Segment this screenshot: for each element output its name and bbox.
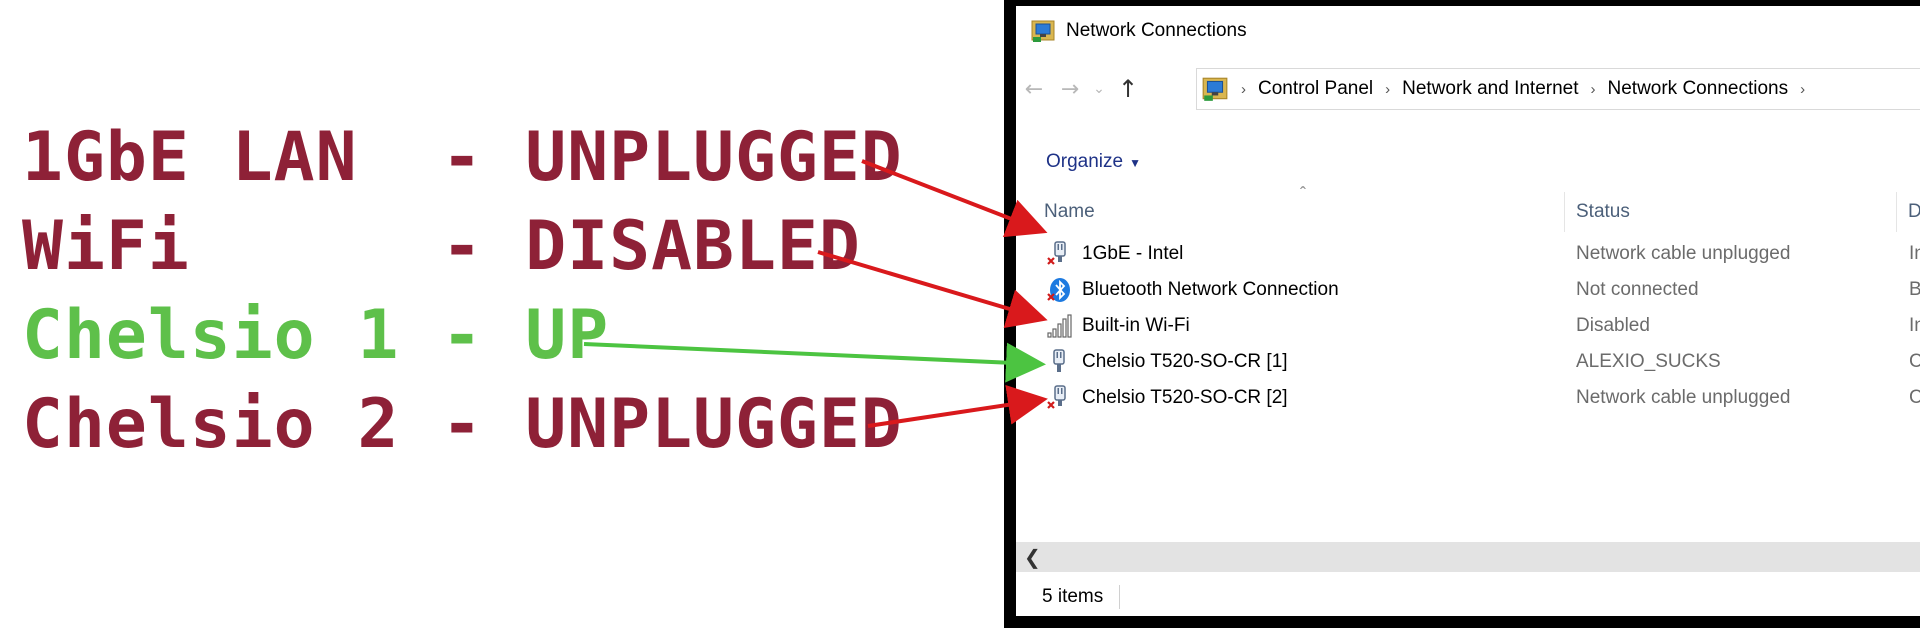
caret-down-icon: ▼: [1129, 156, 1141, 170]
ethernet-disconnected-icon: [1047, 385, 1066, 409]
chevron-right-icon[interactable]: ›: [1385, 81, 1390, 98]
connection-status: Network cable unplugged: [1576, 243, 1791, 264]
status-bar: 5 items: [1016, 578, 1920, 616]
annotation-1gbe-lan: 1GbE LAN - UNPLUGGED: [22, 118, 903, 197]
status-divider: [1119, 585, 1121, 609]
chevron-down-icon: ⌄: [1093, 81, 1105, 97]
command-bar: Organize ▼: [1016, 142, 1920, 182]
ethernet-connected-icon: [1053, 349, 1065, 372]
connection-name: Built-in Wi-Fi: [1082, 315, 1190, 336]
connection-device: C: [1909, 387, 1920, 408]
list-item[interactable]: Built-in Wi-Fi Disabled In: [1016, 308, 1920, 344]
wifi-bars-icon: [1047, 314, 1072, 338]
organize-button[interactable]: Organize ▼: [1046, 151, 1141, 173]
back-arrow-icon: ←: [1024, 76, 1044, 102]
chevron-right-icon[interactable]: ›: [1241, 81, 1246, 98]
column-header-device[interactable]: D: [1908, 192, 1920, 232]
list-item[interactable]: Bluetooth Network Connection Not connect…: [1016, 272, 1920, 308]
item-count: 5 items: [1042, 586, 1104, 607]
connection-status: Not connected: [1576, 279, 1699, 300]
bluetooth-icon: [1047, 278, 1070, 302]
up-arrow-icon: ↑: [1117, 75, 1139, 103]
connection-device: B: [1909, 279, 1920, 300]
connection-device: C: [1909, 351, 1920, 372]
chevron-right-icon[interactable]: ›: [1800, 81, 1805, 98]
scroll-left-icon[interactable]: ❮: [1024, 545, 1041, 569]
arrow-chelsio-1: [583, 342, 1046, 383]
connection-status: ALEXIO_SUCKS: [1576, 351, 1721, 372]
network-folder-icon: [1202, 77, 1228, 101]
address-bar[interactable]: › Control Panel › Network and Internet ›…: [1196, 68, 1920, 110]
column-header-status[interactable]: Status: [1576, 192, 1630, 232]
column-divider[interactable]: [1564, 192, 1565, 232]
window-content: Network Connections ← → ⌄ ↑ › Control Pa…: [1016, 6, 1920, 616]
connection-status: Network cable unplugged: [1576, 387, 1791, 408]
column-header-row: ˆ Name Status D: [1016, 184, 1920, 232]
annotation-chelsio-2: Chelsio 2 - UNPLUGGED: [22, 385, 903, 464]
connection-name: Bluetooth Network Connection: [1082, 279, 1339, 300]
breadcrumb-control-panel[interactable]: Control Panel: [1258, 78, 1373, 100]
connection-device: In: [1909, 243, 1920, 264]
annotation-chelsio-1: Chelsio 1 - UP: [22, 296, 610, 375]
forward-button[interactable]: →: [1052, 71, 1088, 107]
connection-status: Disabled: [1576, 315, 1650, 336]
connection-name: Chelsio T520-SO-CR [1]: [1082, 351, 1288, 372]
organize-label: Organize: [1046, 151, 1124, 172]
window-title: Network Connections: [1066, 20, 1247, 41]
network-connections-icon: [1031, 20, 1055, 42]
recent-locations-button[interactable]: ⌄: [1088, 71, 1110, 107]
column-header-name[interactable]: Name: [1044, 192, 1095, 232]
connection-name: Chelsio T520-SO-CR [2]: [1082, 387, 1288, 408]
explorer-window: Network Connections ← → ⌄ ↑ › Control Pa…: [1004, 0, 1920, 628]
list-item[interactable]: Chelsio T520-SO-CR [2] Network cable unp…: [1016, 380, 1920, 416]
connection-name: 1GbE - Intel: [1082, 243, 1184, 264]
chevron-right-icon[interactable]: ›: [1591, 81, 1596, 98]
breadcrumb-network-connections[interactable]: Network Connections: [1608, 78, 1789, 100]
navigation-bar: ← → ⌄ ↑ › Control Panel › Network and In…: [1016, 68, 1920, 110]
up-button[interactable]: ↑: [1110, 71, 1146, 107]
breadcrumb-network-and-internet[interactable]: Network and Internet: [1402, 78, 1578, 100]
horizontal-scrollbar[interactable]: ❮: [1016, 542, 1920, 572]
forward-arrow-icon: →: [1060, 76, 1080, 102]
annotation-wifi: WiFi - DISABLED: [22, 207, 861, 286]
sort-ascending-icon: ˆ: [1300, 184, 1306, 204]
connection-device: In: [1909, 315, 1920, 336]
ethernet-disconnected-icon: [1047, 241, 1066, 265]
list-item[interactable]: 1GbE - Intel Network cable unplugged In: [1016, 236, 1920, 272]
list-item[interactable]: Chelsio T520-SO-CR [1] ALEXIO_SUCKS C: [1016, 344, 1920, 380]
title-bar: Network Connections: [1016, 6, 1920, 56]
column-divider[interactable]: [1896, 192, 1897, 232]
back-button[interactable]: ←: [1016, 71, 1052, 107]
